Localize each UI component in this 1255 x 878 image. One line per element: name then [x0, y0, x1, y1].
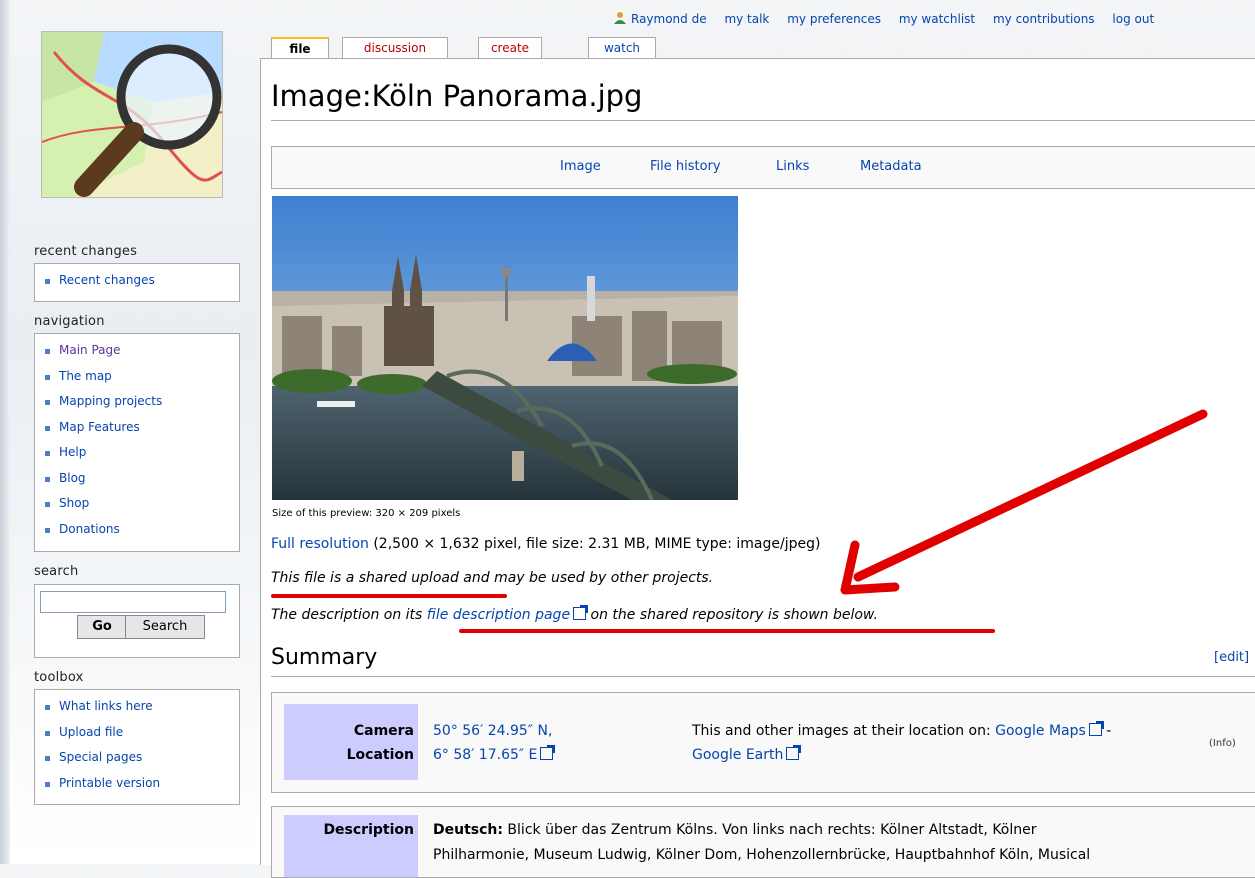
portlet-navigation: Main Page The map Mapping projects Map F…	[34, 333, 240, 552]
go-button[interactable]: Go	[77, 615, 127, 639]
sidebar-item-donations[interactable]: Donations	[45, 517, 239, 543]
summary-heading: Summary	[271, 645, 378, 670]
sidebar-item-recent-changes[interactable]: Recent changes	[45, 268, 239, 294]
description-label: Description	[323, 822, 414, 838]
toc-file-history[interactable]: File history	[650, 159, 721, 174]
sidebar-item-blog[interactable]: Blog	[45, 466, 239, 492]
coordinates-line-2: 6° 58′ 17.65″ E	[433, 745, 556, 763]
camera-location-label-cell: Camera Location	[284, 704, 418, 780]
tab-watch[interactable]: watch	[588, 37, 656, 58]
shared-upload-notice: This file is a shared upload and may be …	[271, 570, 714, 586]
google-earth-link[interactable]: Google Earth	[692, 747, 783, 763]
sidebar-item-map-features[interactable]: Map Features	[45, 415, 239, 441]
sidebar-item-the-map[interactable]: The map	[45, 364, 239, 390]
title-divider	[271, 120, 1255, 121]
tab-discussion[interactable]: discussion	[342, 37, 448, 58]
external-link-icon	[786, 745, 802, 760]
portlet-recent: Recent changes	[34, 263, 240, 302]
tab-file[interactable]: file	[271, 37, 329, 60]
description-box: Description Deutsch: Blick über das Zent…	[271, 806, 1255, 878]
my-talk-link[interactable]: my talk	[724, 12, 769, 26]
file-toc: Image File history Links Metadata	[271, 146, 1255, 189]
portlet-search: Go Search	[34, 584, 240, 658]
external-link-icon	[540, 745, 556, 760]
user-name: Raymond de	[631, 12, 707, 26]
toc-metadata[interactable]: Metadata	[860, 159, 922, 174]
camera-label: Camera	[353, 723, 414, 739]
location-text-label: This and other images at their location …	[692, 723, 996, 739]
tab-create-label: create	[490, 41, 530, 55]
toc-links[interactable]: Links	[776, 159, 809, 174]
user-link[interactable]: Raymond de	[613, 12, 707, 26]
portlet-title-search: search	[34, 564, 79, 579]
portlet-title-navigation: navigation	[34, 314, 105, 329]
search-button[interactable]: Search	[125, 615, 205, 639]
coordinates-link[interactable]: 6° 58′ 17.65″ E	[433, 747, 537, 763]
tab-file-label: file	[289, 42, 311, 56]
shared-description-notice: The description on its file description …	[271, 605, 878, 623]
description-text-1: Blick über das Zentrum Kölns. Von links …	[502, 822, 1037, 838]
summary-divider	[271, 676, 1255, 677]
panorama-preview-image[interactable]	[272, 196, 738, 500]
coordinates-line-1[interactable]: 50° 56′ 24.95″ N,	[433, 723, 552, 739]
sidebar-item-shop[interactable]: Shop	[45, 491, 239, 517]
toolbox-upload-file[interactable]: Upload file	[45, 720, 239, 746]
file-description-page-link[interactable]: file description page	[427, 607, 570, 623]
description-label-cell: Description	[284, 815, 418, 877]
desc-after: on the shared repository is shown below.	[586, 607, 878, 623]
google-earth-line: Google Earth	[692, 745, 802, 763]
location-text: This and other images at their location …	[692, 721, 1111, 739]
description-line-1: Deutsch: Blick über das Zentrum Kölns. V…	[433, 822, 1037, 838]
info-link[interactable]: (Info)	[1209, 738, 1236, 749]
portlet-title-toolbox: toolbox	[34, 670, 84, 685]
search-input[interactable]	[40, 591, 226, 613]
user-icon	[614, 12, 626, 24]
full-resolution-link[interactable]: Full resolution	[271, 536, 369, 552]
full-resolution-line: Full resolution (2,500 × 1,632 pixel, fi…	[271, 536, 820, 552]
preview-size-caption: Size of this preview: 320 × 209 pixels	[272, 508, 461, 519]
toc-image[interactable]: Image	[560, 159, 601, 174]
toolbox-special-pages[interactable]: Special pages	[45, 745, 239, 771]
portlet-toolbox: What links here Upload file Special page…	[34, 689, 240, 805]
toolbox-what-links-here[interactable]: What links here	[45, 694, 239, 720]
personal-tools: Raymond de my talk my preferences my wat…	[613, 11, 1168, 26]
summary-edit-link[interactable]: [edit]	[1214, 650, 1249, 665]
logout-link[interactable]: log out	[1112, 12, 1154, 26]
my-contributions-link[interactable]: my contributions	[993, 12, 1095, 26]
external-link-icon	[1088, 721, 1104, 736]
description-line-2: Philharmonie, Museum Ludwig, Kölner Dom,…	[433, 847, 1091, 863]
camera-location-box: Camera Location 50° 56′ 24.95″ N, 6° 58′…	[271, 692, 1255, 793]
sidebar-item-main-page[interactable]: Main Page	[45, 338, 239, 364]
page-title: Image:Köln Panorama.jpg	[271, 79, 643, 113]
toolbox-printable-version[interactable]: Printable version	[45, 771, 239, 797]
description-lang: Deutsch:	[433, 822, 503, 838]
google-maps-link[interactable]: Google Maps	[995, 723, 1086, 739]
tab-discussion-label: discussion	[363, 41, 427, 55]
window-left-edge	[0, 0, 10, 864]
desc-before: The description on its	[271, 607, 427, 623]
tab-watch-label: watch	[603, 41, 641, 55]
portlet-title-recent: recent changes	[34, 244, 138, 259]
sidebar-item-help[interactable]: Help	[45, 440, 239, 466]
my-preferences-link[interactable]: my preferences	[787, 12, 881, 26]
full-resolution-details: (2,500 × 1,632 pixel, file size: 2.31 MB…	[368, 536, 821, 552]
osm-wiki-logo[interactable]	[34, 22, 234, 212]
external-link-icon	[573, 605, 589, 620]
my-watchlist-link[interactable]: my watchlist	[899, 12, 975, 26]
tab-create[interactable]: create	[478, 37, 542, 58]
sidebar-item-mapping-projects[interactable]: Mapping projects	[45, 389, 239, 415]
location-label: Location	[346, 747, 414, 763]
